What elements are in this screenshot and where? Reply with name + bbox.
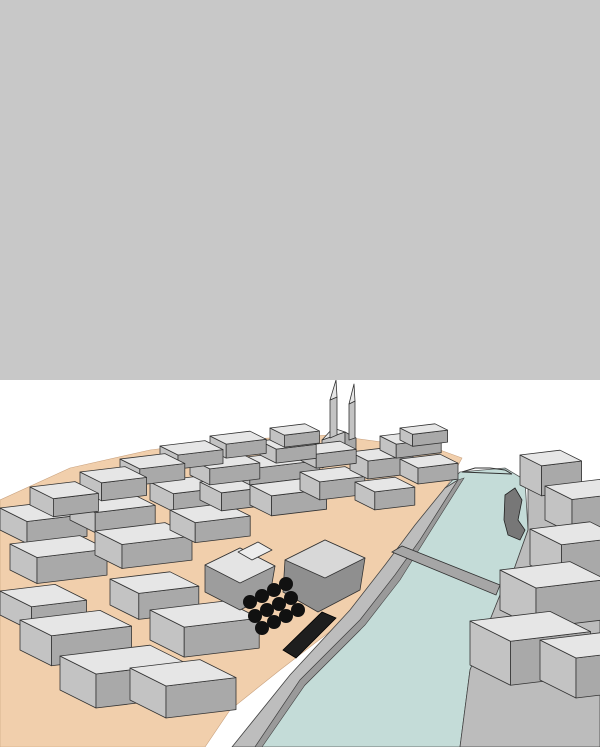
- tree: [267, 615, 281, 629]
- tree: [291, 603, 305, 617]
- tree: [267, 583, 281, 597]
- tree: [279, 577, 293, 591]
- city-3d-model: [0, 380, 600, 747]
- tree: [279, 609, 293, 623]
- city-model-render: [0, 380, 600, 747]
- empty-gray-panel: [0, 0, 600, 380]
- tree: [255, 621, 269, 635]
- tree: [260, 603, 274, 617]
- tree: [284, 591, 298, 605]
- tree: [248, 609, 262, 623]
- tree: [272, 597, 286, 611]
- tree: [243, 595, 257, 609]
- tree: [255, 589, 269, 603]
